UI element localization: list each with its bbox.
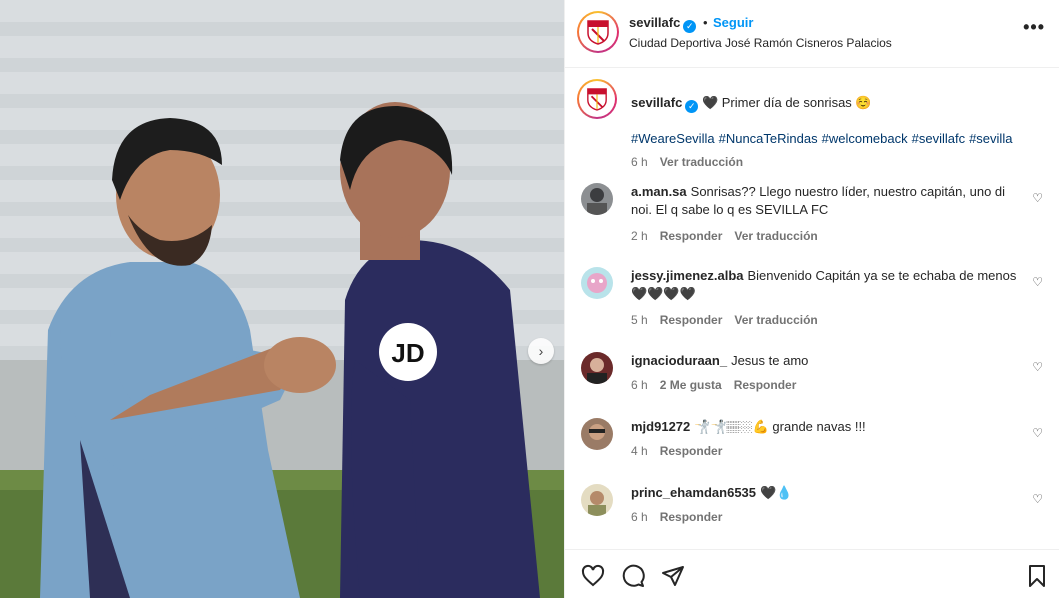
caption-meta: 6 h Ver traducción [631,155,755,169]
avatar[interactable] [581,484,613,516]
heart-icon[interactable]: ♡ [1032,360,1043,374]
post-photo: JD › [0,0,564,598]
comment-body: 🤺🤺🏽🏼💪 grande navas !!! [694,419,866,434]
reply-button[interactable]: Responder [734,378,797,392]
avatar[interactable] [581,418,613,450]
timestamp: 4 h [631,444,648,458]
comment-text: jessy.jimenez.alba Bienvenido Capitán ya … [631,267,1021,303]
reply-button[interactable]: Responder [660,229,723,243]
comment-username[interactable]: princ_ehamdan6535 [631,485,756,500]
avatar[interactable] [581,183,613,215]
likes-count[interactable]: 2 Me gusta [660,378,722,392]
post-header: sevillafc ✓ • Seguir Ciudad Deportiva Jos… [565,0,1059,68]
jd-logo: JD [391,338,424,368]
comment-meta: 2 h Responder Ver traducción [631,229,830,243]
comment-body: Jesus te amo [731,353,809,368]
heart-icon[interactable]: ♡ [1032,275,1043,289]
instagram-post-modal: JD › sevillafc ✓ • Seguir Ciudad Deportiv… [0,0,1059,598]
comment-meta: 5 h Responder Ver traducción [631,313,830,327]
comment-username[interactable]: a.man.sa [631,184,687,199]
comment-icon[interactable] [621,564,645,588]
comment-username[interactable]: ignacioduraan_ [631,353,727,368]
separator-dot: • [703,15,708,30]
heart-icon[interactable]: ♡ [1032,191,1043,205]
caption-text: sevillafc ✓ 🖤 Primer día de sonrisas ☺️ [631,95,1041,113]
see-translation-button[interactable]: Ver traducción [734,313,817,327]
timestamp: 6 h [631,510,648,524]
comment-body: 🖤💧 [760,485,793,500]
comment-text: mjd91272 🤺🤺🏽🏼💪 grande navas !!! [631,418,1021,436]
post-action-bar [565,549,1059,598]
hashtag-link[interactable]: #WeareSevilla [631,131,715,146]
avatar[interactable] [577,79,617,119]
post-details-panel: sevillafc ✓ • Seguir Ciudad Deportiva Jos… [564,0,1059,598]
verified-icon: ✓ [685,100,699,113]
avatar[interactable] [581,267,613,299]
more-options-icon[interactable]: ••• [1023,17,1045,38]
username-text[interactable]: sevillafc [629,15,680,30]
location-link[interactable]: Ciudad Deportiva José Ramón Cisneros Pal… [629,36,892,50]
chevron-right-icon: › [538,343,544,359]
comment-username[interactable]: jessy.jimenez.alba [631,268,744,283]
reply-button[interactable]: Responder [660,444,723,458]
heart-icon[interactable]: ♡ [1032,492,1043,506]
caption-body: 🖤 Primer día de sonrisas ☺️ [701,95,872,110]
comment-meta: 6 h 2 Me gusta Responder [631,378,808,392]
hashtags: #WeareSevilla #NuncaTeRindas #welcomeback #… [631,131,1016,146]
next-photo-button[interactable]: › [528,338,554,364]
sevilla-crest-icon [581,83,613,115]
comment-meta: 4 h Responder [631,444,734,458]
sevilla-crest-icon [581,15,615,49]
comments-section[interactable]: sevillafc ✓ 🖤 Primer día de sonrisas ☺️ #… [565,69,1059,549]
follow-button[interactable]: Seguir [713,15,753,30]
avatar[interactable] [577,11,619,53]
username[interactable]: sevillafc ✓ [629,15,697,33]
see-translation-button[interactable]: Ver traducción [660,155,743,169]
heart-icon[interactable] [581,564,605,588]
hashtag-link[interactable]: #NuncaTeRindas [719,131,818,146]
hashtag-link[interactable]: #welcomeback [822,131,908,146]
heart-icon[interactable]: ♡ [1032,426,1043,440]
timestamp: 5 h [631,313,648,327]
comment-body: Sonrisas?? Llego nuestro líder, nuestro … [631,184,1006,217]
comment-text: princ_ehamdan6535 🖤💧 [631,484,1021,502]
verified-icon: ✓ [683,20,697,33]
bookmark-icon[interactable] [1025,564,1049,588]
comment-meta: 6 h Responder [631,510,734,524]
comment-text: a.man.sa Sonrisas?? Llego nuestro líder, … [631,183,1021,219]
hashtag-link[interactable]: #sevilla [969,131,1012,146]
timestamp: 6 h [631,155,648,169]
caption-username[interactable]: sevillafc [631,95,682,110]
see-translation-button[interactable]: Ver traducción [734,229,817,243]
avatar[interactable] [581,352,613,384]
timestamp: 6 h [631,378,648,392]
reply-button[interactable]: Responder [660,313,723,327]
comment-text: ignacioduraan_ Jesus te amo [631,352,1021,370]
comment-username[interactable]: mjd91272 [631,419,690,434]
photo-illustration: JD [0,0,564,598]
hashtag-link[interactable]: #sevillafc [912,131,965,146]
reply-button[interactable]: Responder [660,510,723,524]
share-icon[interactable] [661,564,685,588]
timestamp: 2 h [631,229,648,243]
